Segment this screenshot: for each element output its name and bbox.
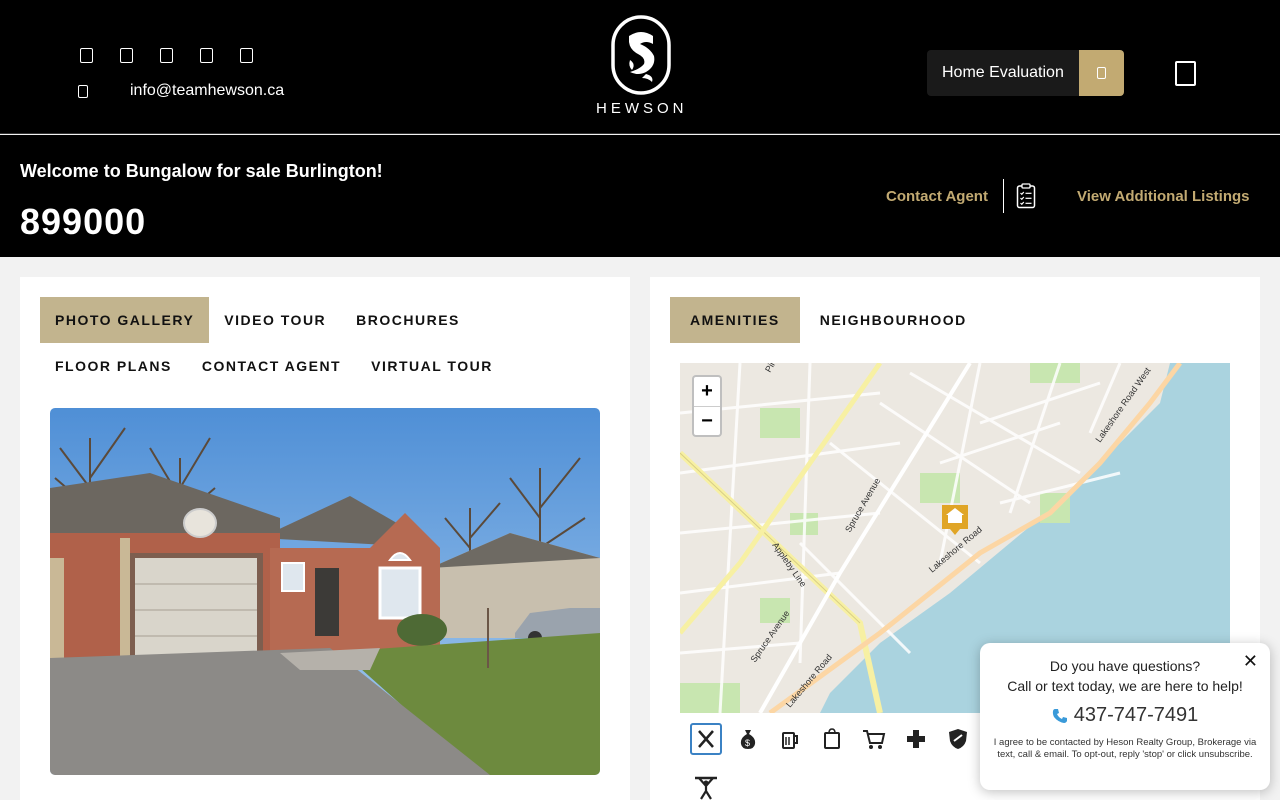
logo-text: HEWSON bbox=[596, 100, 688, 117]
police-icon[interactable] bbox=[942, 723, 974, 755]
listing-welcome: Welcome to Bungalow for sale Burlington! bbox=[20, 161, 383, 181]
envelope-icon bbox=[78, 84, 88, 98]
phone-icon bbox=[1052, 708, 1067, 723]
social-links bbox=[80, 48, 258, 63]
home-evaluation-label[interactable]: Home Evaluation bbox=[927, 50, 1079, 96]
hospital-icon[interactable] bbox=[900, 723, 932, 755]
property-photo[interactable] bbox=[50, 408, 600, 775]
chat-phone-number[interactable]: 437-747-7491 bbox=[1074, 704, 1199, 727]
media-panel: PHOTO GALLERY VIDEO TOUR BROCHURES FLOOR… bbox=[20, 277, 630, 800]
store-icon[interactable] bbox=[816, 723, 848, 755]
view-additional-listings-link[interactable]: View Additional Listings bbox=[1077, 188, 1250, 205]
home-evaluation-icon-button[interactable] bbox=[1079, 50, 1124, 96]
media-tabs: PHOTO GALLERY VIDEO TOUR BROCHURES FLOOR… bbox=[40, 297, 610, 389]
home-evaluation-button[interactable]: Home Evaluation bbox=[927, 50, 1124, 96]
divider bbox=[1003, 179, 1004, 213]
tab-photo-gallery[interactable]: PHOTO GALLERY bbox=[40, 297, 210, 343]
chat-phone-link[interactable]: 437-747-7491 bbox=[980, 704, 1270, 727]
twitter-icon[interactable] bbox=[120, 48, 133, 63]
linkedin-icon[interactable] bbox=[200, 48, 213, 63]
chat-question: Do you have questions? bbox=[1049, 658, 1201, 674]
zoom-in-button[interactable]: + bbox=[694, 377, 720, 406]
listing-price: 899000 bbox=[20, 201, 147, 242]
tab-neighbourhood[interactable]: NEIGHBOURHOOD bbox=[800, 297, 987, 343]
chat-subtext: Call or text today, we are here to help! bbox=[1007, 678, 1243, 694]
email-text[interactable]: info@teamhewson.ca bbox=[130, 82, 284, 100]
bar-icon[interactable] bbox=[774, 723, 806, 755]
tab-video-tour[interactable]: VIDEO TOUR bbox=[209, 297, 341, 343]
map-zoom-control: + − bbox=[692, 375, 722, 437]
youtube-icon[interactable] bbox=[240, 48, 253, 63]
restaurant-icon[interactable] bbox=[690, 723, 722, 755]
instagram-icon[interactable] bbox=[160, 48, 173, 63]
gym-icon[interactable] bbox=[690, 771, 722, 800]
clipboard-icon[interactable] bbox=[1016, 183, 1036, 214]
zoom-out-button[interactable]: − bbox=[694, 406, 720, 435]
chat-popup: ✕ Do you have questions? Call or text to… bbox=[980, 643, 1270, 790]
grocery-icon[interactable] bbox=[858, 723, 890, 755]
listing-title-bar: Welcome to Bungalow for sale Burlington!… bbox=[0, 135, 1280, 257]
location-tabs: AMENITIES NEIGHBOURHOOD bbox=[670, 297, 987, 343]
chat-consent-text: I agree to be contacted by Heson Realty … bbox=[993, 737, 1257, 760]
site-header: info@teamhewson.ca HEWSON Home Evaluatio… bbox=[0, 0, 1280, 134]
facebook-icon[interactable] bbox=[80, 48, 93, 63]
tab-contact-agent[interactable]: CONTACT AGENT bbox=[187, 343, 356, 389]
svg-text:$: $ bbox=[745, 738, 750, 748]
hewson-logo[interactable]: HEWSON bbox=[596, 14, 686, 122]
bear-logo-icon bbox=[611, 15, 671, 95]
menu-icon[interactable] bbox=[1175, 61, 1196, 86]
contact-agent-link[interactable]: Contact Agent bbox=[886, 188, 988, 205]
arrow-icon bbox=[1097, 67, 1106, 79]
bank-icon[interactable]: $ bbox=[732, 723, 764, 755]
tab-virtual-tour[interactable]: VIRTUAL TOUR bbox=[356, 343, 508, 389]
close-icon[interactable]: ✕ bbox=[1243, 651, 1258, 672]
amenity-filter-bar: $ bbox=[690, 723, 974, 755]
email-link[interactable]: info@teamhewson.ca bbox=[78, 82, 284, 100]
tab-brochures[interactable]: BROCHURES bbox=[341, 297, 475, 343]
tab-amenities[interactable]: AMENITIES bbox=[670, 297, 800, 343]
tab-floor-plans[interactable]: FLOOR PLANS bbox=[40, 343, 187, 389]
